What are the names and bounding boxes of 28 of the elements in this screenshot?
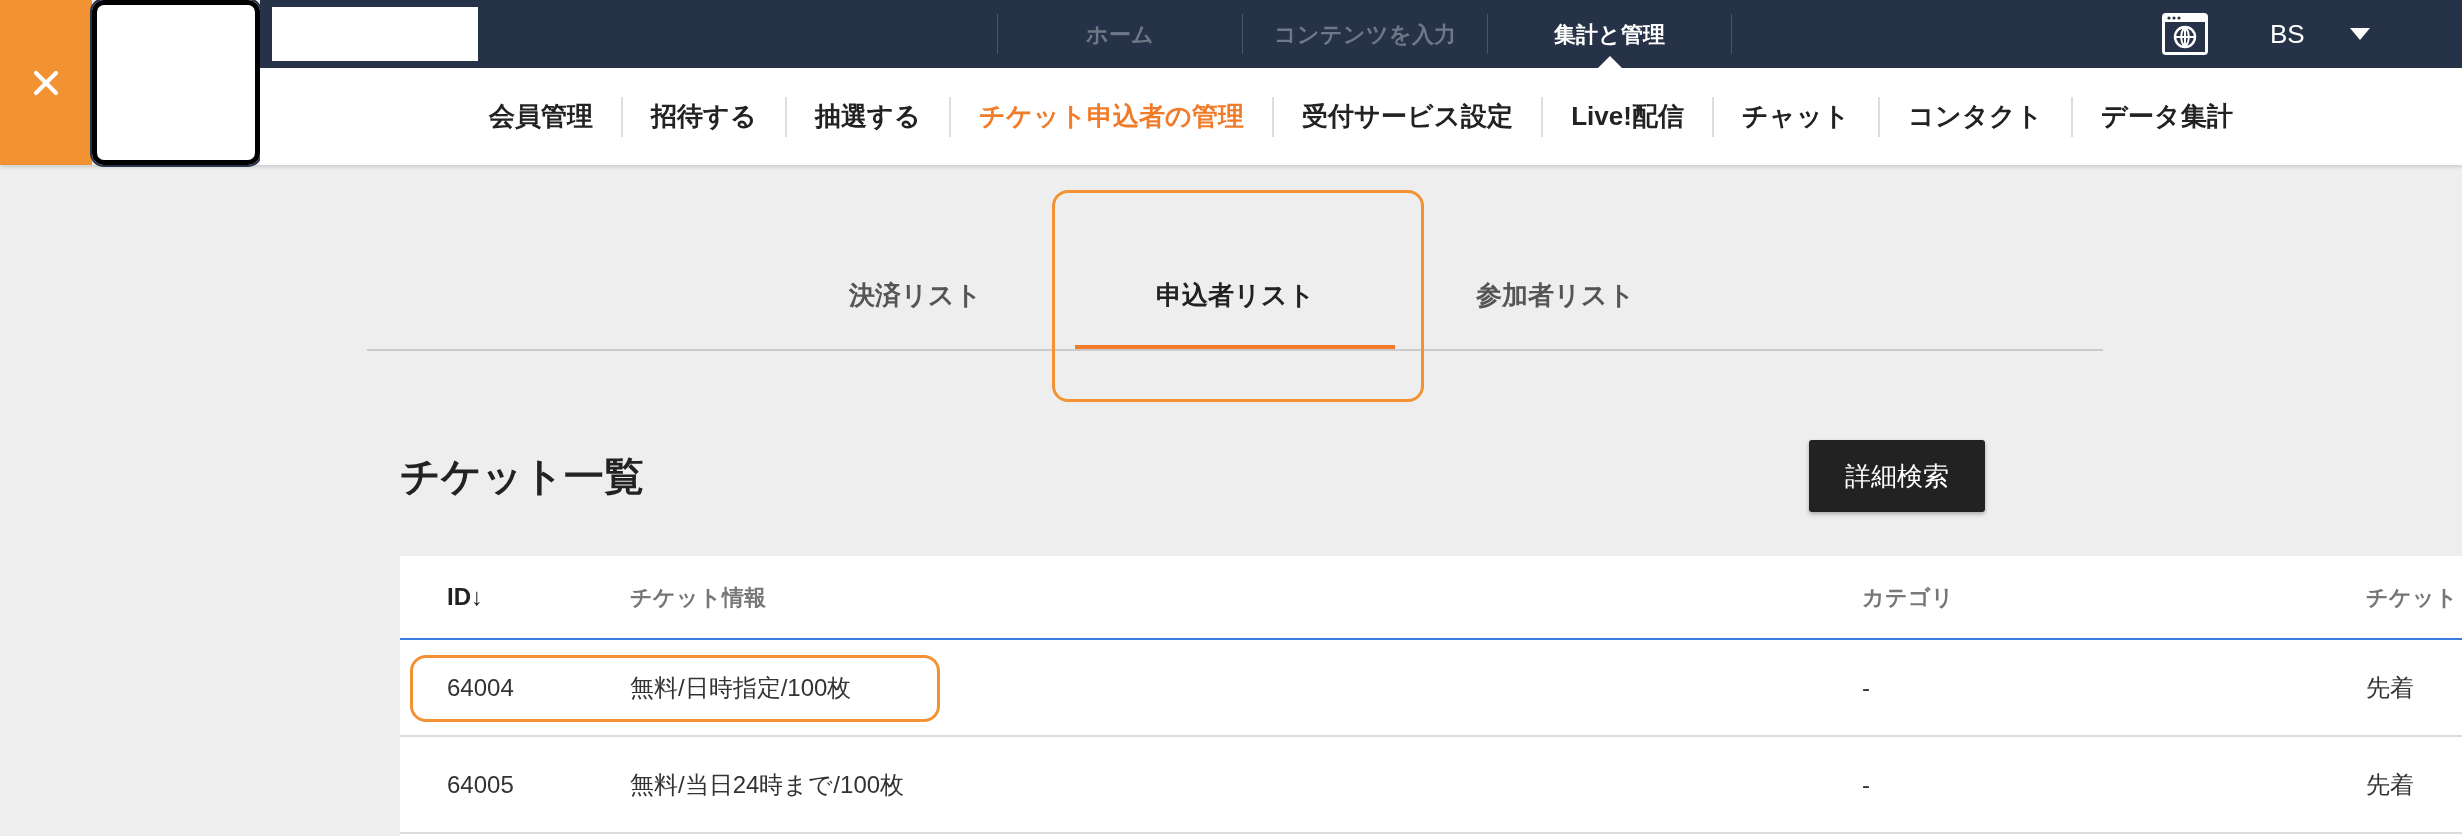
main-nav-item[interactable]: データ集計: [2072, 97, 2261, 136]
main-nav-item[interactable]: Live!配信: [1543, 97, 1712, 136]
column-header: カテゴリ: [1862, 583, 1955, 612]
table-cell-text: 無料/当日24時まで/100枚: [630, 769, 906, 800]
table-cell-text: 先着: [2366, 672, 2415, 703]
column-header[interactable]: ID↓: [400, 579, 630, 615]
table-cell-text: 64004: [446, 672, 515, 703]
table-cell-text: -: [1862, 672, 1871, 703]
table-cell-text: 64005: [446, 769, 515, 800]
table-cell-text: 無料/日時指定/100枚: [630, 672, 853, 703]
main-nav-item[interactable]: 会員管理: [461, 97, 622, 136]
main-nav-item[interactable]: 招待する: [623, 97, 786, 136]
detail-search-button[interactable]: 詳細検索: [1809, 440, 1985, 512]
section-title: チケット一覧: [400, 453, 644, 500]
dropdown-caret-icon[interactable]: [2349, 28, 2370, 40]
list-tab[interactable]: 決済リスト: [755, 245, 1075, 349]
main-nav-item[interactable]: コンタクト: [1879, 97, 2071, 136]
browser-globe-icon[interactable]: [2160, 11, 2210, 57]
column-header: チケット情報: [630, 583, 767, 612]
table-cell-text: -: [1862, 769, 1871, 800]
main-nav-item[interactable]: チャット: [1713, 97, 1878, 136]
main-nav-item[interactable]: 受付サービス設定: [1274, 97, 1542, 136]
main-nav-item[interactable]: 抽選する: [787, 97, 950, 136]
user-initials[interactable]: BS: [2270, 14, 2305, 54]
table-cell-text: 先着: [2366, 769, 2415, 800]
list-tab[interactable]: 参加者リスト: [1395, 245, 1715, 349]
column-header: チケット: [2366, 583, 2459, 612]
list-tab[interactable]: 申込者リスト: [1075, 245, 1395, 349]
